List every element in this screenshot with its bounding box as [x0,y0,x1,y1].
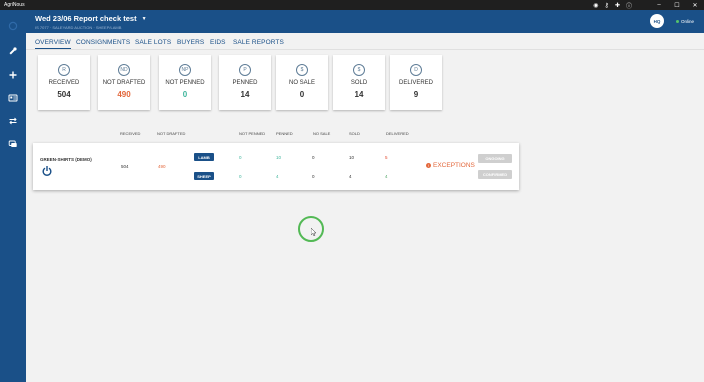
sheep-not-penned: 0 [239,174,242,179]
confirmed-button[interactable]: CONFIRMED [478,170,512,179]
warning-icon: ! [426,163,431,168]
power-icon[interactable] [42,165,52,177]
sheep-penned: 4 [276,174,279,179]
tab-sale-reports[interactable]: SALE REPORTS [233,39,284,46]
location-icon[interactable]: ◉ [593,2,598,9]
lamb-sold: 10 [349,155,355,160]
window-controls: – ☐ ✕ [650,0,704,10]
not-drafted-icon: ND [118,64,130,76]
lamb-not-penned: 0 [239,155,242,160]
exceptions-label: EXCEPTIONS [433,162,475,169]
stat-card-penned[interactable]: P PENNED 14 [219,55,271,110]
received-count: 504 [121,164,129,169]
stat-value: 14 [354,90,364,99]
stat-value: 504 [57,90,71,99]
sheep-delivered: 4 [385,174,388,179]
stat-card-delivered[interactable]: D DELIVERED 9 [390,55,442,110]
not-drafted-count: 490 [158,164,166,169]
messages-icon[interactable] [5,136,21,152]
stat-value: 9 [413,90,419,99]
sale-header: Wed 23/06 Report check test ▼ IS 7077 · … [26,10,704,33]
stat-label: NOT PENNED [165,80,205,86]
not-penned-icon: NP [179,64,191,76]
stat-value: 0 [182,90,188,99]
delivered-icon: D [410,64,422,76]
column-header-penned: PENNED [276,131,293,136]
gavel-icon[interactable] [5,43,21,59]
stat-label: PENNED [232,80,258,86]
penned-icon: P [239,64,251,76]
sale-selector[interactable]: Wed 23/06 Report check test ▼ [35,14,147,23]
lamb-delivered: 5 [385,155,388,160]
vendor-name: GREEN-SHIRTS (DEMO) [40,157,92,162]
column-header-not-drafted: NOT DRAFTED [157,131,186,136]
stat-value: 14 [240,90,250,99]
no-sale-icon: $ [296,64,308,76]
info-icon[interactable]: ⓘ [626,1,632,10]
sale-tabs: OVERVIEW CONSIGNMENTS SALE LOTS BUYERS E… [26,33,704,50]
lamb-badge[interactable]: LAMB [194,153,214,161]
stat-card-received[interactable]: R RECEIVED 504 [38,55,90,110]
maximize-button[interactable]: ☐ [668,0,686,10]
os-title-bar: AgriNous ◉ ⚷ ✚ ⓘ – ☐ ✕ [0,0,704,10]
tab-overview[interactable]: OVERVIEW [35,39,71,49]
column-header-received: RECEIVED [120,131,141,136]
stat-card-sold[interactable]: $ SOLD 14 [333,55,385,110]
sale-subtitle: IS 7077 · SALEYARD AUCTION · SHEEP/LAMB [35,25,122,30]
ongoing-button[interactable]: ONGOING [478,154,512,163]
stat-card-not-drafted[interactable]: ND NOT DRAFTED 490 [98,55,150,110]
tab-eids[interactable]: EIDS [210,39,226,46]
exceptions-link[interactable]: ! EXCEPTIONS [426,162,475,169]
stat-label: NO SALE [288,80,315,86]
connection-status-label: Online [681,19,695,24]
column-header-sold: SOLD [349,131,360,136]
sheep-no-sale: 0 [312,174,315,179]
lamb-penned: 10 [276,155,282,160]
mouse-cursor-icon [311,228,317,236]
os-tray: ◉ ⚷ ✚ ⓘ [593,0,632,10]
stat-label: DELIVERED [398,80,433,86]
lamb-no-sale: 0 [312,155,315,160]
connection-status: Online [676,19,694,24]
tab-consignments[interactable]: CONSIGNMENTS [76,39,130,46]
stat-card-not-penned[interactable]: NP NOT PENNED 0 [159,55,211,110]
stat-value: 490 [117,90,131,99]
received-icon: R [58,64,70,76]
sale-title: Wed 23/06 Report check test [35,14,137,23]
stat-card-no-sale[interactable]: $ NO SALE 0 [276,55,328,110]
stat-label: NOT DRAFTED [102,80,146,86]
close-button[interactable]: ✕ [686,0,704,10]
tab-buyers[interactable]: BUYERS [177,39,204,46]
app-name: AgriNous [4,2,25,8]
stat-label: SOLD [350,80,368,86]
key-icon[interactable]: ⚷ [605,2,609,9]
sold-icon: $ [353,64,365,76]
column-header-no-sale: NO SALE [313,131,331,136]
extension-icon[interactable]: ✚ [615,2,620,9]
side-rail [0,10,26,382]
add-icon[interactable] [5,67,21,83]
id-card-icon[interactable] [5,90,21,106]
sheep-badge[interactable]: SHEEP [194,172,214,180]
minimize-button[interactable]: – [650,0,668,10]
user-avatar[interactable]: HQ [650,14,664,28]
vendor-row[interactable]: GREEN-SHIRTS (DEMO) 504 490 LAMB SHEEP 0… [33,143,519,190]
tab-sale-lots[interactable]: SALE LOTS [135,39,171,46]
transfer-icon[interactable] [5,113,21,129]
online-dot-icon [676,20,679,23]
logo-icon[interactable] [5,18,21,34]
stat-value: 0 [299,90,305,99]
column-header-not-penned: NOT PENNED [239,131,266,136]
stat-label: RECEIVED [48,80,80,86]
column-header-delivered: DELIVERED [386,131,409,136]
caret-down-icon[interactable]: ▼ [142,16,147,22]
sheep-sold: 4 [349,174,352,179]
